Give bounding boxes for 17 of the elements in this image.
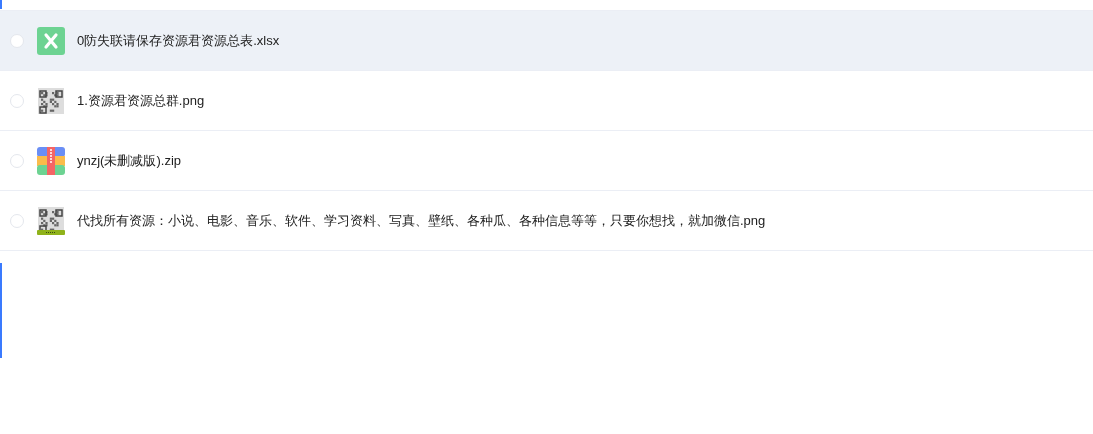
select-checkbox[interactable] [10,33,24,48]
file-name: 0防失联请保存资源君资源总表.xlsx [77,31,280,50]
file-name: 代找所有资源：小说、电影、音乐、软件、学习资料、写真、壁纸、各种瓜、各种信息等等，只要你想找，就加微信.png [77,211,766,230]
qr-code-icon [37,206,65,235]
scroll-bar [0,0,2,9]
file-row[interactable]: ynzj(未删减版).zip [0,130,1093,190]
file-row[interactable]: 0防失联请保存资源君资源总表.xlsx [0,10,1093,70]
qr-code-icon [37,86,65,115]
file-name: ynzj(未删减版).zip [77,151,181,170]
file-row[interactable]: 1.资源君资源总群.png [0,70,1093,130]
sheet-icon [37,26,65,55]
archive-icon [37,146,65,175]
file-name: 1.资源君资源总群.png [77,91,205,110]
select-checkbox[interactable] [10,93,24,108]
file-row[interactable]: 代找所有资源：小说、电影、音乐、软件、学习资料、写真、壁纸、各种瓜、各种信息等等，只要你想找，就加微信.png [0,190,1093,251]
select-checkbox[interactable] [10,153,24,168]
select-checkbox[interactable] [10,213,24,228]
